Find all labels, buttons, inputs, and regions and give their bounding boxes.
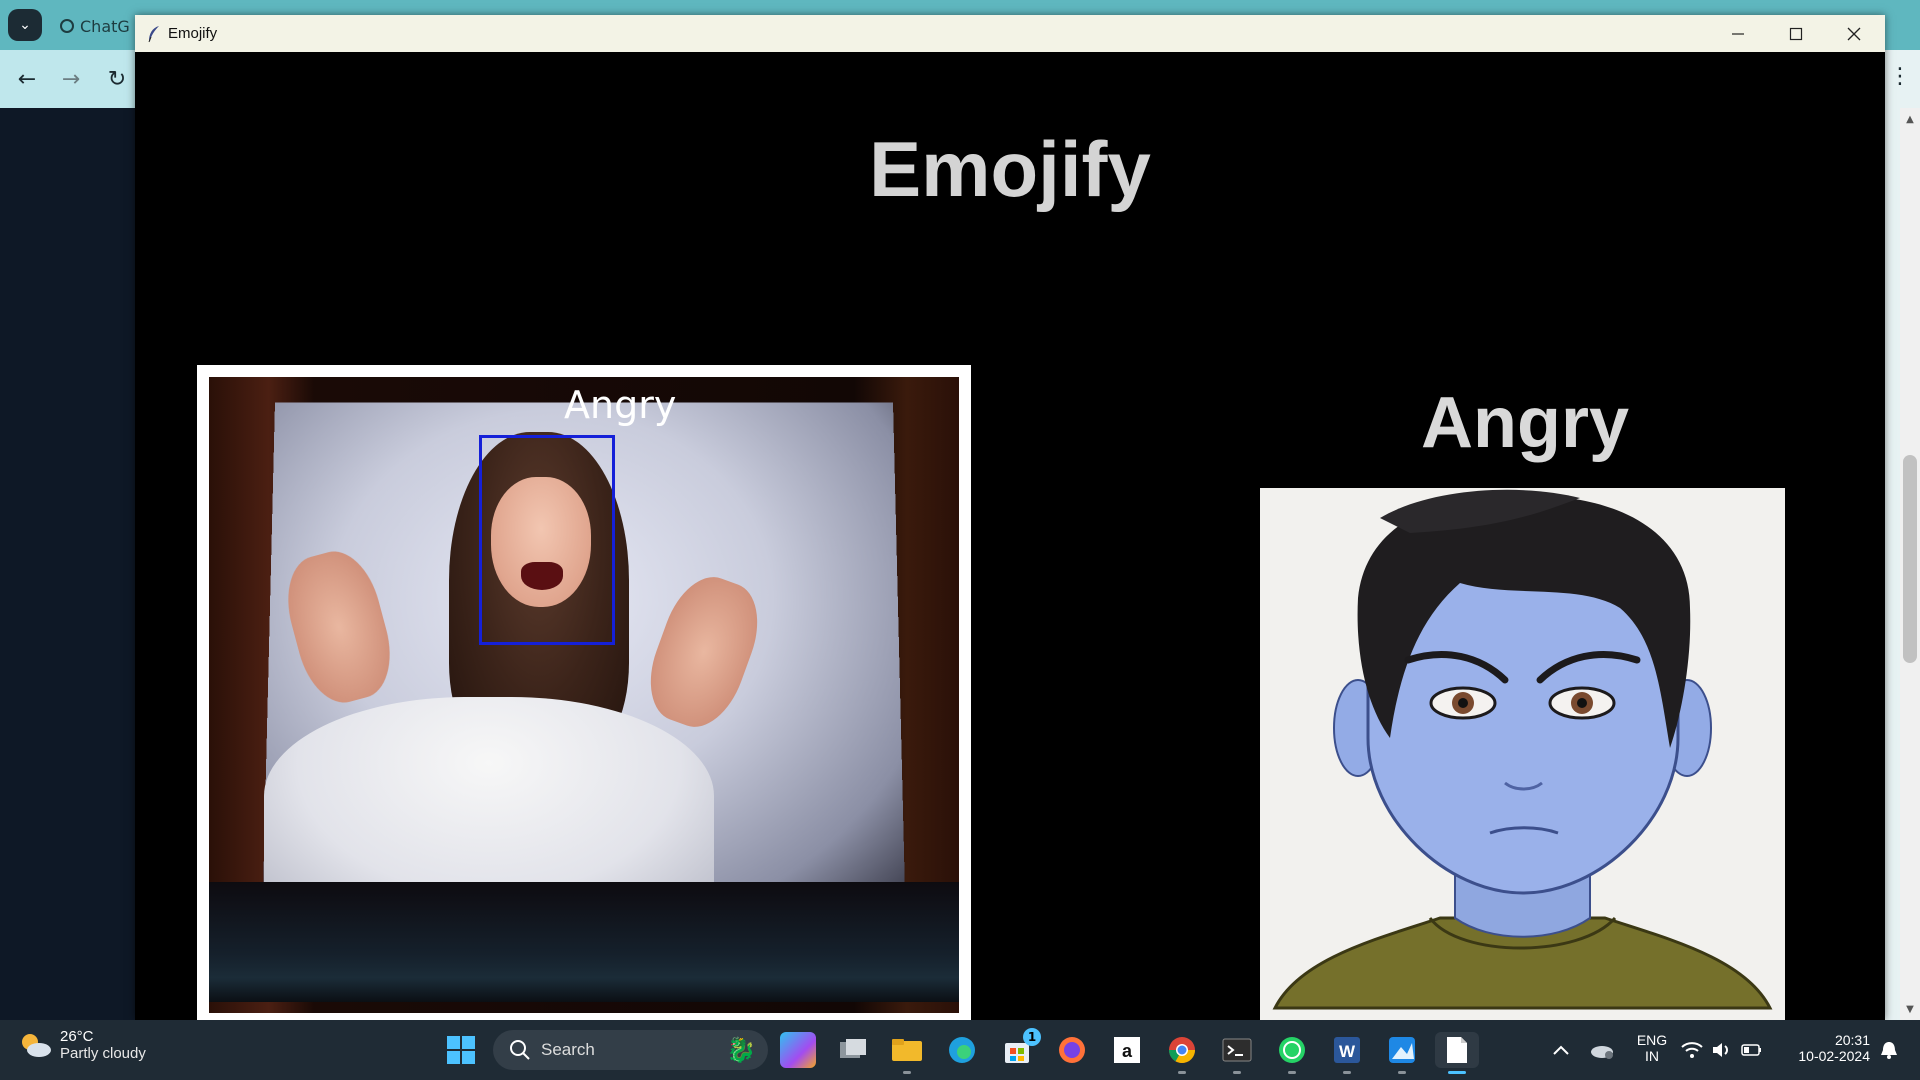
firefox-icon[interactable] <box>1054 1032 1090 1068</box>
notification-bell-icon[interactable] <box>1874 1032 1904 1068</box>
angry-face-avatar-icon <box>1272 489 1773 1010</box>
browser-tab-title: ChatG <box>80 16 130 36</box>
windows-logo-icon <box>447 1036 475 1064</box>
search-placeholder: Search <box>541 1040 595 1059</box>
browser-page-background <box>0 108 135 1020</box>
tab-search-dropdown-icon[interactable]: ⌄ <box>8 9 42 41</box>
weather-widget[interactable]: 26°C Partly cloudy <box>18 1028 146 1062</box>
app-heading: Emojify <box>869 125 1151 213</box>
browser-menu-icon[interactable]: ⋮ <box>1889 64 1911 89</box>
taskbar-search[interactable]: Search 🐉 <box>493 1030 768 1070</box>
window-title: Emojify <box>168 25 218 42</box>
close-icon <box>1847 27 1861 40</box>
webcam-feed: Angry <box>209 377 959 1013</box>
feather-app-icon <box>148 25 159 42</box>
maximize-button[interactable] <box>1767 15 1825 52</box>
webcam-frame: Angry <box>197 365 971 1020</box>
weather-temperature: 26°C <box>60 1028 94 1045</box>
scrollbar-thumb[interactable] <box>1903 455 1917 663</box>
running-indicator <box>1398 1071 1406 1074</box>
face-detection-box <box>479 435 615 645</box>
running-indicator <box>903 1071 911 1074</box>
maximize-icon <box>1789 27 1803 40</box>
photos-icon[interactable] <box>1384 1032 1420 1068</box>
terminal-icon[interactable] <box>1219 1032 1255 1068</box>
emojify-window: Emojify Emojify Angry Angry <box>135 15 1885 1020</box>
chevron-up-icon[interactable] <box>1543 1032 1579 1068</box>
monitor-bezel <box>209 882 959 1002</box>
amazon-icon[interactable]: a <box>1109 1032 1145 1068</box>
file-explorer-icon[interactable] <box>889 1032 925 1068</box>
window-titlebar[interactable]: Emojify <box>135 15 1885 52</box>
weather-condition: Partly cloudy <box>60 1045 146 1062</box>
start-icon[interactable] <box>443 1032 479 1068</box>
running-indicator <box>1233 1071 1241 1074</box>
clock[interactable]: 20:31 10-02-2024 <box>1775 1032 1870 1064</box>
language-line2: IN <box>1645 1048 1659 1064</box>
task-view-icon[interactable] <box>835 1032 871 1068</box>
close-button[interactable] <box>1825 15 1883 52</box>
running-indicator <box>1288 1071 1296 1074</box>
language-indicator[interactable]: ENG IN <box>1627 1032 1677 1064</box>
volume-icon[interactable] <box>1708 1032 1736 1068</box>
whatsapp-icon[interactable] <box>1274 1032 1310 1068</box>
wifi-icon[interactable] <box>1678 1032 1706 1068</box>
emotion-label: Angry <box>1420 383 1630 463</box>
running-indicator <box>1178 1071 1186 1074</box>
forward-arrow-icon[interactable]: → <box>56 64 86 94</box>
copilot-icon[interactable] <box>780 1032 816 1068</box>
word-icon[interactable]: W <box>1329 1032 1365 1068</box>
app-content: Emojify Angry Angry <box>135 52 1885 1020</box>
dragon-search-highlight-icon: 🐉 <box>726 1036 756 1064</box>
search-icon <box>510 1040 530 1060</box>
svg-text:a: a <box>1122 1041 1133 1061</box>
chrome-icon[interactable] <box>1164 1032 1200 1068</box>
language-line1: ENG <box>1636 1032 1668 1048</box>
notepad-icon[interactable] <box>1435 1032 1479 1068</box>
scroll-down-icon[interactable]: ▼ <box>1904 1004 1916 1016</box>
back-arrow-icon[interactable]: ← <box>12 64 42 94</box>
edge-icon[interactable] <box>944 1032 980 1068</box>
reload-icon[interactable]: ↻ <box>102 64 132 94</box>
browser-tab[interactable]: ChatG <box>60 10 140 42</box>
scroll-up-icon[interactable]: ▲ <box>1904 114 1916 126</box>
clock-time: 20:31 <box>1834 1032 1870 1048</box>
clock-date: 10-02-2024 <box>1798 1048 1870 1064</box>
partly-cloudy-icon <box>22 1034 51 1057</box>
detected-emotion-overlay: Angry <box>564 383 677 427</box>
running-indicator <box>1343 1071 1351 1074</box>
battery-icon[interactable] <box>1738 1032 1766 1068</box>
minimize-button[interactable] <box>1709 15 1767 52</box>
minimize-icon <box>1732 32 1744 35</box>
svg-text:W: W <box>1339 1042 1356 1061</box>
store-notification-badge: 1 <box>1023 1028 1041 1046</box>
store-icon[interactable]: 1 <box>999 1028 1041 1068</box>
openai-icon <box>60 19 74 33</box>
onedrive-icon[interactable] <box>1584 1032 1620 1068</box>
emoji-avatar-panel <box>1260 488 1785 1020</box>
active-window-indicator <box>1448 1071 1466 1074</box>
